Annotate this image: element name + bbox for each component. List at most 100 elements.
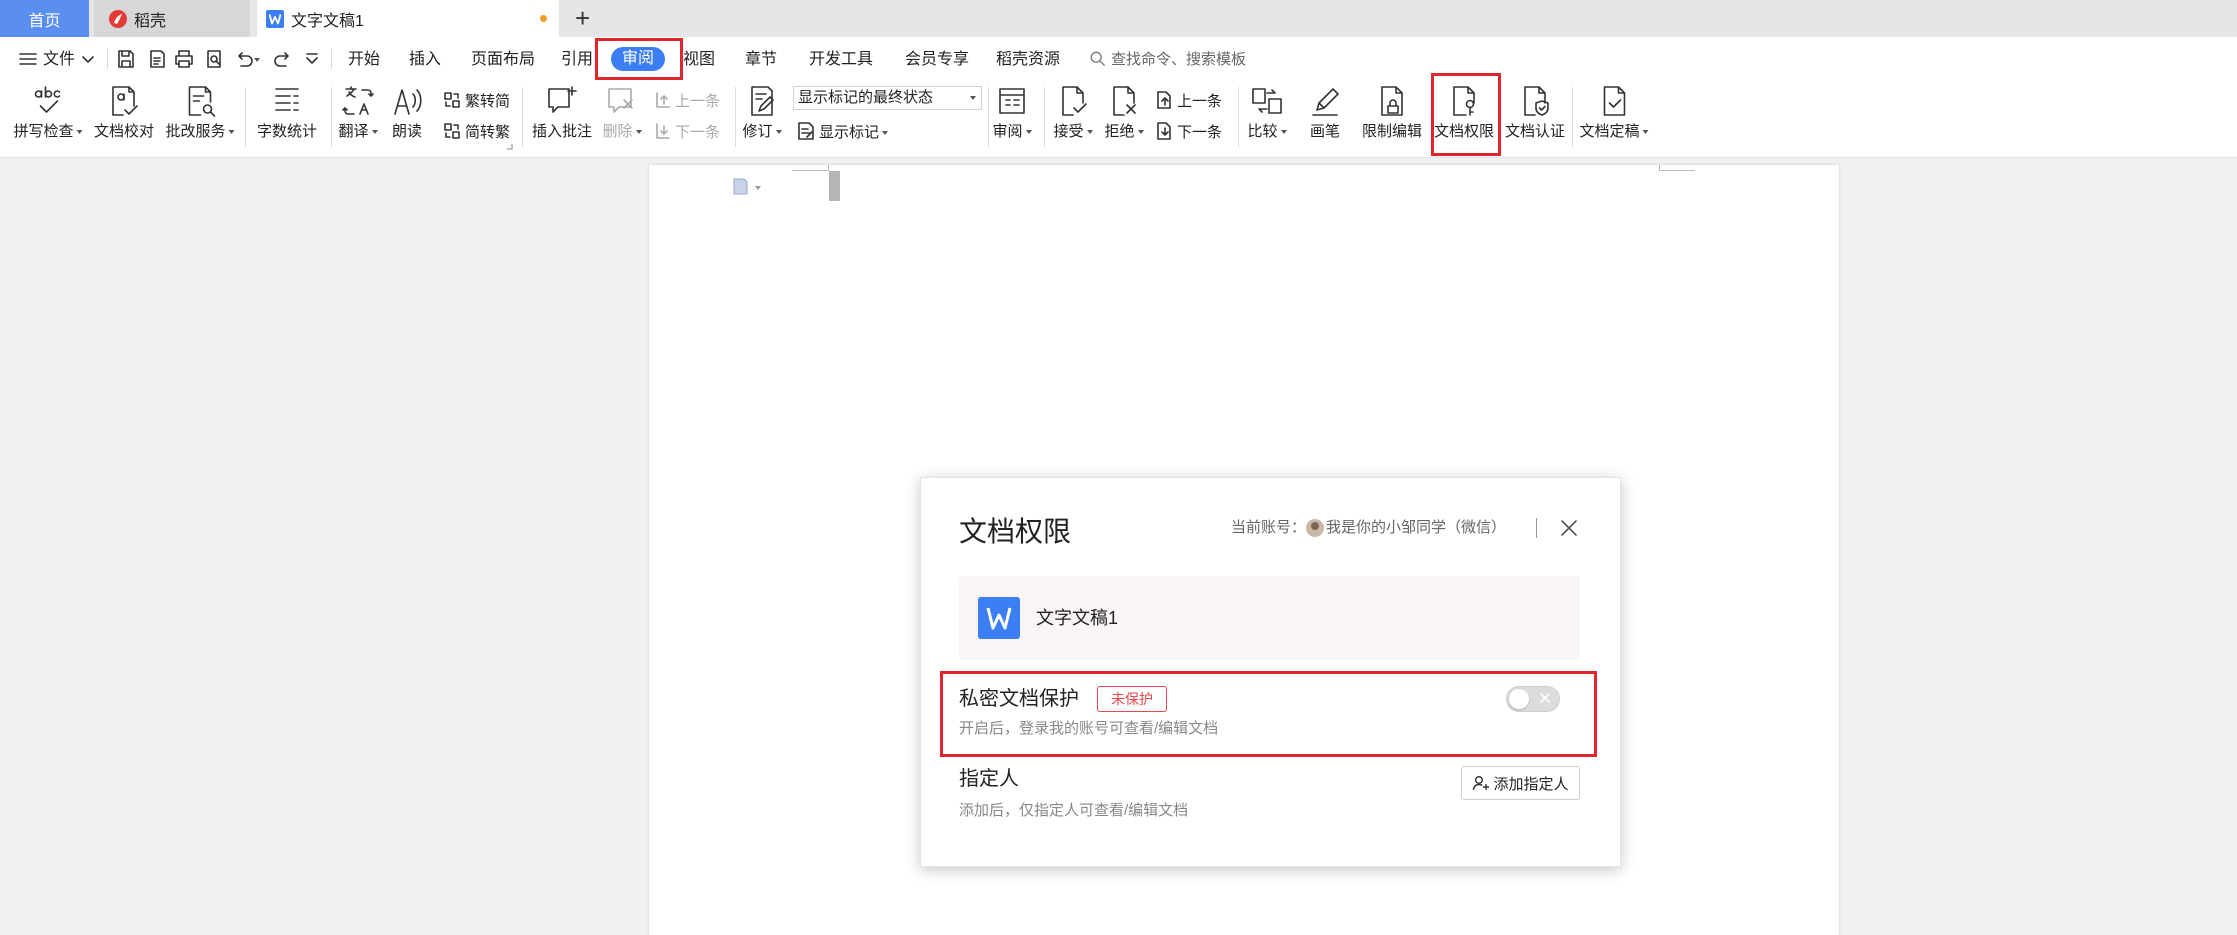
previous-change-button[interactable]: 上一条 <box>1154 89 1222 111</box>
previous-change-label: 上一条 <box>1177 92 1223 110</box>
close-icon[interactable] <box>1560 519 1578 537</box>
tab-chapter[interactable]: 章节 <box>745 49 777 71</box>
print-icon[interactable] <box>173 48 195 70</box>
undo-dropdown-icon[interactable] <box>252 48 262 70</box>
account-name: 我是你的小邹同学（微信） <box>1326 519 1507 536</box>
track-changes-icon <box>751 86 774 116</box>
assignee-title: 指定人 <box>959 768 1019 790</box>
insert-comment-icon <box>548 86 577 113</box>
margin-mark-top-right-h <box>1659 170 1695 171</box>
new-tab-button[interactable]: + <box>575 4 590 32</box>
tab-insert[interactable]: 插入 <box>409 49 441 71</box>
command-search[interactable]: 查找命令、搜索模板 <box>1089 48 1246 69</box>
tab-developer[interactable]: 开发工具 <box>809 49 873 71</box>
compare-button[interactable]: 比较 <box>1247 84 1287 142</box>
daoke-logo-icon <box>109 9 127 28</box>
translate-button[interactable]: 翻译 <box>338 84 378 142</box>
pen-button[interactable]: 画笔 <box>1305 84 1345 142</box>
tab-page-layout[interactable]: 页面布局 <box>471 49 535 71</box>
insert-comment-label: 插入批注 <box>531 123 593 140</box>
next-change-label: 下一条 <box>1177 123 1223 141</box>
tab-view[interactable]: 视图 <box>683 49 715 71</box>
tab-references[interactable]: 引用 <box>561 49 593 71</box>
delete-comment-label: 删除 <box>602 122 641 142</box>
spell-check-button[interactable]: 拼写检查 <box>13 84 82 142</box>
pen-icon <box>1312 88 1339 116</box>
delete-comment-button[interactable]: 删除 <box>602 84 642 142</box>
next-comment-button[interactable]: 下一条 <box>652 120 720 142</box>
text-cursor <box>829 171 840 201</box>
search-icon <box>1090 51 1105 66</box>
doc-finalize-button[interactable]: 文档定稿 <box>1579 84 1648 142</box>
customize-quick-access-icon[interactable] <box>303 48 321 70</box>
tab-start[interactable]: 开始 <box>348 49 380 71</box>
previous-comment-button[interactable]: 上一条 <box>652 89 720 111</box>
file-menu[interactable]: 文件 <box>43 49 75 71</box>
read-aloud-button[interactable]: 朗读 <box>387 84 427 142</box>
assignee-desc: 添加后，仅指定人可查看/编辑文档 <box>959 802 1189 819</box>
account-label: 当前账号： <box>1231 519 1307 536</box>
tab-home-label: 首页 <box>28 12 61 30</box>
markup-mode-select[interactable]: 显示标记的最终状态 <box>793 86 982 110</box>
grading-service-button[interactable]: 批改服务 <box>165 84 234 142</box>
next-change-icon <box>1157 122 1171 140</box>
private-protection-desc: 开启后，登录我的账号可查看/编辑文档 <box>959 720 1219 737</box>
save-icon[interactable] <box>115 48 137 70</box>
doc-permission-highlight <box>1431 73 1501 156</box>
unsaved-indicator <box>540 15 547 22</box>
status-badge: 未保护 <box>1097 686 1167 712</box>
tab-member[interactable]: 会员专享 <box>905 49 969 71</box>
private-protection-toggle[interactable] <box>1506 686 1560 712</box>
file-info-box: 文字文稿1 <box>959 576 1580 660</box>
export-pdf-icon[interactable] <box>146 48 168 70</box>
writer-doc-icon <box>266 9 284 28</box>
tab-document-label: 文字文稿1 <box>291 12 364 30</box>
doc-proofread-label: 文档校对 <box>93 123 155 140</box>
doc-certify-button[interactable]: 文档认证 <box>1505 84 1565 142</box>
tab-document[interactable]: 文字文稿1 <box>257 0 559 37</box>
reject-change-button[interactable]: 拒绝 <box>1104 84 1144 142</box>
chinese-convert-settings-icon[interactable] <box>506 143 513 150</box>
trad-to-simp-button[interactable]: 繁转简 <box>442 89 510 111</box>
add-assignee-button[interactable]: 添加指定人 <box>1461 766 1580 800</box>
tab-daoke-resources[interactable]: 稻壳资源 <box>996 49 1060 71</box>
doc-finalize-icon <box>1603 86 1625 116</box>
accept-change-label: 接受 <box>1053 122 1092 142</box>
avatar <box>1306 519 1325 537</box>
review-pane-button[interactable]: 审阅 <box>992 84 1032 142</box>
hamburger-menu-icon[interactable] <box>17 48 39 70</box>
doc-certify-icon <box>1524 86 1549 116</box>
markup-mode-value: 显示标记的最终状态 <box>798 89 934 106</box>
spell-check-icon <box>34 86 60 113</box>
tab-home[interactable]: 首页 <box>0 0 89 37</box>
private-protection-highlight <box>940 671 1597 757</box>
compare-label: 比较 <box>1247 122 1286 142</box>
redo-icon[interactable] <box>272 48 294 70</box>
restrict-editing-button[interactable]: 限制编辑 <box>1362 84 1422 142</box>
word-count-button[interactable]: 字数统计 <box>257 84 317 142</box>
doc-proofread-button[interactable]: 文档校对 <box>94 84 154 142</box>
previous-comment-icon <box>656 92 670 108</box>
paragraph-layout-icon[interactable] <box>733 178 763 196</box>
simp-to-trad-button[interactable]: 简转繁 <box>442 120 510 142</box>
doc-permission-dialog: 文档权限 当前账号： 我是你的小邹同学（微信） 文字文稿1 私密文档保护 未保护… <box>920 477 1621 867</box>
track-changes-button[interactable]: 修订 <box>742 84 782 142</box>
next-change-button[interactable]: 下一条 <box>1154 120 1222 142</box>
previous-change-icon <box>1157 91 1171 109</box>
accept-change-button[interactable]: 接受 <box>1053 84 1093 142</box>
grading-service-label: 批改服务 <box>165 122 234 142</box>
trad-to-simp-label: 繁转简 <box>465 92 511 110</box>
delete-comment-icon <box>608 88 633 113</box>
dialog-title: 文档权限 <box>959 516 1072 547</box>
print-preview-icon[interactable] <box>203 48 225 70</box>
show-markup-button[interactable]: 显示标记 <box>796 120 888 142</box>
file-name: 文字文稿1 <box>1036 608 1119 628</box>
insert-comment-button[interactable]: 插入批注 <box>532 84 592 142</box>
chevron-down-icon[interactable] <box>80 48 96 70</box>
ribbon: 文件 开始 插入 页面布局 引用 审阅 视图 章节 开发工具 会员专享 稻壳资源… <box>0 37 2237 158</box>
previous-comment-label: 上一条 <box>675 92 721 110</box>
compare-icon <box>1252 88 1282 114</box>
pen-label: 画笔 <box>1309 123 1340 140</box>
search-placeholder: 查找命令、搜索模板 <box>1111 51 1247 68</box>
tab-daoke[interactable]: 稻壳 <box>94 0 250 37</box>
